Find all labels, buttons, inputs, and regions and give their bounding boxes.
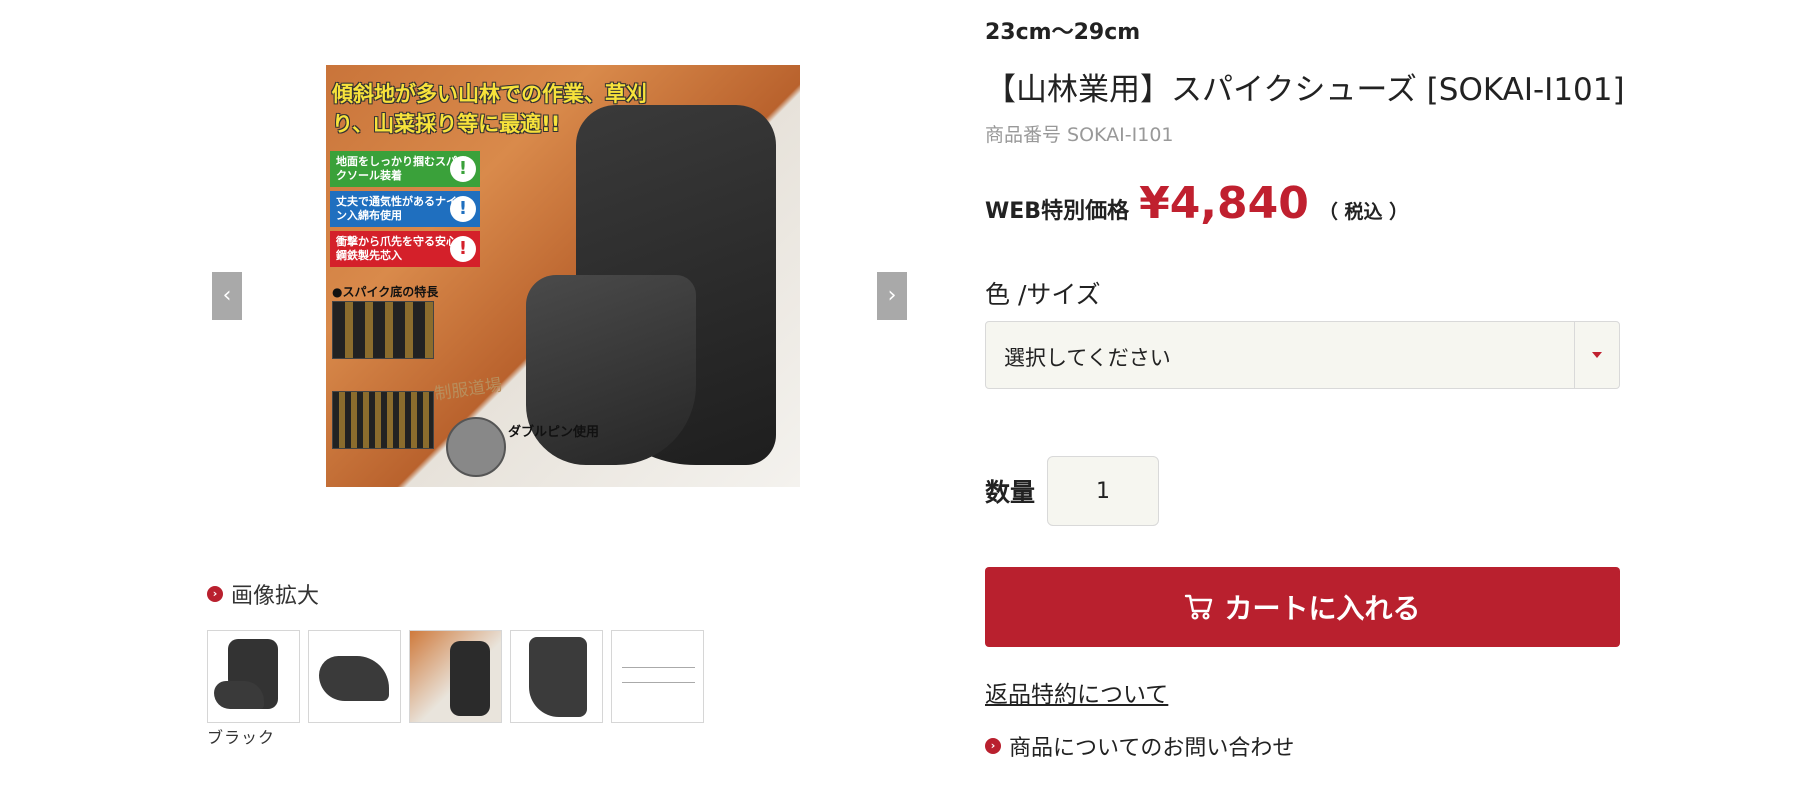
add-to-cart-button[interactable]: カートに入れる xyxy=(985,567,1620,647)
inquiry-label: 商品についてのお問い合わせ xyxy=(1009,736,1295,761)
thumbnail-boot-side[interactable] xyxy=(207,630,300,723)
thumb-image xyxy=(319,656,389,701)
quantity-label: 数量 xyxy=(985,478,1036,507)
size-range: 23cm〜29cm xyxy=(985,20,1141,45)
feature-badge-steel-toe: 衝撃から爪先を守る安心の鋼鉄製先芯入 ! xyxy=(330,231,480,267)
main-product-image[interactable]: 傾斜地が多い山林での作業、草刈り、山菜採り等に最適!! 地面をしっかり掴むスパイ… xyxy=(326,65,800,487)
thumbnail-caption: ブラック xyxy=(207,728,276,747)
price-row: WEB特別価格 ¥4,840 （ 税込 ） xyxy=(985,178,1408,229)
feature-badge-nylon: 丈夫で通気性があるナイロン入綿布使用 ! xyxy=(330,191,480,227)
tax-note: （ 税込 ） xyxy=(1318,201,1409,223)
double-pin-callout: ダブルピン使用 xyxy=(446,417,666,477)
zoom-image-link[interactable]: › 画像拡大 xyxy=(207,578,319,610)
thumbnail-size-chart[interactable] xyxy=(611,630,704,723)
price-value: ¥4,840 xyxy=(1139,178,1309,229)
feature-text: 衝撃から爪先を守る安心の鋼鉄製先芯入 xyxy=(336,235,468,262)
add-to-cart-label: カートに入れる xyxy=(1224,592,1421,625)
variant-select-value: 選択してください xyxy=(1004,346,1171,370)
thumbnail-feature-sheet[interactable] xyxy=(409,630,502,723)
exclamation-icon: ! xyxy=(450,236,476,262)
zoom-image-label: 画像拡大 xyxy=(231,584,320,609)
product-sku: 商品番号 SOKAI-I101 xyxy=(985,124,1174,146)
image-headline: 傾斜地が多い山林での作業、草刈り、山菜採り等に最適!! xyxy=(332,82,647,136)
product-inquiry-link[interactable]: › 商品についてのお問い合わせ xyxy=(985,730,1294,762)
cart-icon xyxy=(1185,594,1213,620)
double-pin-icon xyxy=(446,417,506,477)
spike-section-title: ●スパイク底の特長 xyxy=(332,285,439,299)
thumb-image xyxy=(450,641,490,716)
sole-diagram-spike xyxy=(332,391,434,449)
sole-diagram-standard xyxy=(332,301,434,359)
thumb-image xyxy=(214,681,264,709)
exclamation-icon: ! xyxy=(450,196,476,222)
chevron-right-icon: › xyxy=(207,586,223,602)
price-label: WEB特別価格 xyxy=(985,199,1130,224)
thumbnail-toe-cap[interactable] xyxy=(308,630,401,723)
feature-text: 丈夫で通気性があるナイロン入綿布使用 xyxy=(336,195,468,222)
feature-badge-spike: 地面をしっかり掴むスパイクソール装着 ! xyxy=(330,151,480,187)
thumbnail-boot-front[interactable] xyxy=(510,630,603,723)
gallery-prev-arrow-icon[interactable]: ‹ xyxy=(212,272,242,320)
variant-select[interactable]: 選択してください xyxy=(985,321,1620,389)
returns-policy-link[interactable]: 返品特約について xyxy=(985,675,1168,709)
watermark: 制服道場 xyxy=(433,375,504,405)
caret-down-icon xyxy=(1592,352,1602,358)
quantity-input[interactable] xyxy=(1047,456,1159,526)
product-title: 【山林業用】スパイクシューズ [SOKAI-I101] xyxy=(985,72,1625,108)
dropdown-toggle[interactable] xyxy=(1574,322,1619,388)
exclamation-icon: ! xyxy=(450,156,476,182)
thumb-image xyxy=(622,667,695,683)
chevron-right-icon: › xyxy=(985,738,1001,754)
double-pin-title: ダブルピン使用 xyxy=(508,425,600,440)
gallery-next-arrow-icon[interactable]: › xyxy=(877,272,907,320)
thumbnail-strip xyxy=(207,630,704,723)
thumb-image xyxy=(529,637,587,717)
variant-label: 色 /サイズ xyxy=(985,280,1101,309)
feature-text: 地面をしっかり掴むスパイクソール装着 xyxy=(336,155,468,182)
